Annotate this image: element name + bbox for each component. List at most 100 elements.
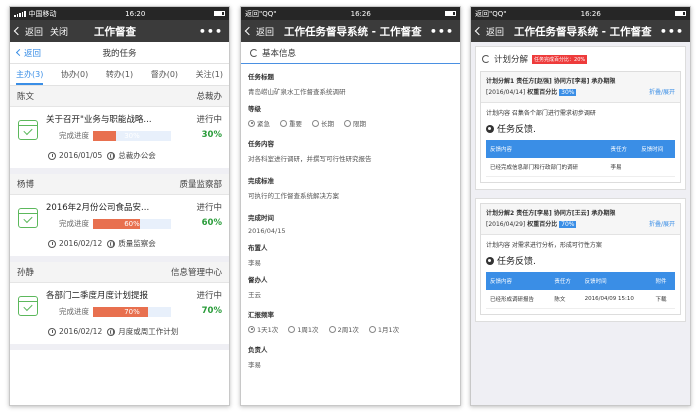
weight-label: 权重百分比	[527, 89, 558, 96]
task-org: 质量监察会	[118, 239, 156, 248]
progress-percent: 30%	[201, 130, 222, 140]
sub-header: 返回 我的任务	[10, 42, 229, 64]
tab-follow[interactable]: 关注(1)	[196, 69, 223, 80]
field-value: 李易	[248, 361, 261, 369]
field-label: 任务标题	[248, 73, 274, 81]
status-time: 16:26	[580, 9, 601, 18]
radio-weekly[interactable]: 1周1次	[288, 324, 319, 334]
col-header: 附件	[651, 272, 675, 290]
status-time: 16:26	[350, 9, 371, 18]
progress-percent: 60%	[201, 218, 222, 228]
task-date: 2016/01/05	[59, 151, 103, 160]
weight-label: 权重百分比	[527, 221, 558, 228]
battery-icon	[214, 11, 225, 16]
section-header: 基本信息	[241, 42, 460, 64]
feedback-button[interactable]: 任务反馈.	[486, 122, 675, 135]
nav-title: 工作督查	[94, 25, 137, 38]
status-bar: 中国移动 16:20	[10, 7, 229, 20]
progress-text: 70%	[124, 307, 140, 316]
task-item[interactable]: 孙静 信息管理中心 各部门二季度月度计划提报 进行中 完成进度 70% 70% 2…	[10, 262, 229, 350]
back-button[interactable]: 返回	[471, 25, 504, 38]
radio-important[interactable]: 重要	[280, 118, 302, 128]
progress-percent: 70%	[201, 306, 222, 316]
task-date: 2016/02/12	[59, 327, 103, 336]
task-item[interactable]: 杨博 质量监察部 2016年2月份公司食品安... 进行中 完成进度 60% 60…	[10, 174, 229, 262]
signal-icon	[14, 10, 26, 17]
progress-label: 完成进度	[59, 219, 89, 228]
task-status: 进行中	[196, 203, 222, 213]
phone-plan-breakdown: 返回"QQ" 16:26 返回 工作任务督导系统 - 工作督查 ••• 计划分解…	[470, 6, 691, 406]
page-title: 我的任务	[102, 48, 137, 59]
close-button[interactable]: 关闭	[50, 25, 68, 38]
nav-title: 工作任务督导系统 - 工作督查	[284, 25, 422, 38]
task-person: 陈文	[17, 92, 35, 102]
progress-text: 60%	[124, 219, 140, 228]
tab-supervise[interactable]: 督办(0)	[151, 69, 178, 80]
carrier-text: 返回"QQ"	[245, 9, 277, 18]
radio-biweekly[interactable]: 2周1次	[328, 324, 359, 334]
radio-urgent[interactable]: 紧急	[248, 118, 270, 128]
task-date: 2016/02/12	[59, 239, 103, 248]
nav-bar: 返回 工作任务督导系统 - 工作督查 •••	[471, 20, 690, 42]
field-value: 青岛崂山矿泉水工作督查系统调研	[248, 88, 346, 96]
collapse-toggle[interactable]: 折叠/展开	[649, 219, 675, 230]
tab-assist[interactable]: 协办(0)	[61, 69, 88, 80]
task-title: 2016年2月份公司食品安...	[46, 203, 150, 213]
chevron-left-icon	[474, 26, 484, 36]
field-value: 李易	[248, 259, 261, 267]
chevron-left-icon	[13, 26, 23, 36]
radio-deadline[interactable]: 限期	[344, 118, 366, 128]
feedback-button[interactable]: 任务反馈.	[486, 254, 675, 267]
more-icon[interactable]: •••	[199, 25, 223, 38]
globe-icon	[486, 256, 494, 265]
plan-card: 计划分解2 责任方[李易] 协同方[王云] 承办期限 [2016/04/29] …	[475, 198, 686, 322]
download-link[interactable]: 下载	[651, 290, 675, 309]
more-icon[interactable]: •••	[430, 25, 454, 38]
field-value: 王云	[248, 291, 261, 299]
task-status: 进行中	[196, 115, 222, 125]
section-title: 计划分解	[494, 55, 529, 65]
radio-daily[interactable]: 1天1次	[248, 324, 278, 334]
tab-transfer[interactable]: 转办(1)	[106, 69, 133, 80]
phone-task-detail: 返回"QQ" 16:26 返回 工作任务督导系统 - 工作督查 ••• 基本信息…	[240, 6, 461, 406]
loading-ring-icon	[250, 48, 258, 57]
task-item[interactable]: 陈文 总裁办 关于召开"业务与职能战略... 进行中 完成进度 30% 30% 2…	[10, 86, 229, 174]
feedback-table: 反馈内容 责任方 反馈时间 附件 已经形成调研报告 陈文 2016/04/09 15:10…	[486, 272, 675, 309]
table-row: 已经完成信息部门和行政部门的调研 李易	[486, 158, 675, 177]
calendar-check-icon	[18, 208, 38, 228]
sub-back-button[interactable]: 返回	[15, 47, 41, 59]
field-label: 任务内容	[248, 140, 274, 148]
collapse-toggle[interactable]: 折叠/展开	[649, 87, 675, 98]
task-org: 月度或周工作计划	[118, 327, 179, 336]
col-header: 反馈时间	[580, 272, 652, 290]
progress-label: 完成进度	[59, 131, 89, 140]
progress-bar: 30%	[93, 130, 171, 141]
globe-icon	[107, 151, 116, 160]
field-label: 汇报频率	[248, 311, 274, 319]
back-button[interactable]: 返回	[241, 25, 274, 38]
col-header: 反馈内容	[486, 140, 607, 158]
plan-content: 计划内容 召集各个部门进行需求初步调研	[486, 110, 596, 117]
field-label: 督办人	[248, 276, 268, 284]
clock-icon	[48, 151, 56, 160]
status-time: 16:20	[125, 9, 146, 18]
task-person: 孙静	[17, 268, 35, 278]
calendar-check-icon	[18, 120, 38, 140]
tab-host[interactable]: 主办(3)	[16, 69, 44, 85]
feedback-table: 反馈内容 责任方 反馈时间 已经完成信息部门和行政部门的调研 李易	[486, 140, 675, 177]
completion-badge: 任务完成百分比：20%	[532, 54, 588, 64]
plan-date: [2016/04/14]	[486, 89, 526, 96]
col-header: 反馈时间	[637, 140, 675, 158]
field-label: 负责人	[248, 346, 268, 354]
task-dept: 总裁办	[196, 92, 222, 102]
radio-long-term[interactable]: 长期	[312, 118, 334, 128]
radio-monthly[interactable]: 1月1次	[368, 324, 399, 334]
status-bar: 返回"QQ" 16:26	[241, 7, 460, 20]
globe-icon	[486, 124, 494, 133]
chevron-left-icon	[244, 26, 254, 36]
field-label: 等级	[248, 105, 261, 113]
progress-text: 30%	[124, 131, 140, 140]
carrier-text: 返回"QQ"	[475, 9, 507, 18]
back-button[interactable]: 返回	[10, 25, 43, 38]
more-icon[interactable]: •••	[660, 25, 684, 38]
